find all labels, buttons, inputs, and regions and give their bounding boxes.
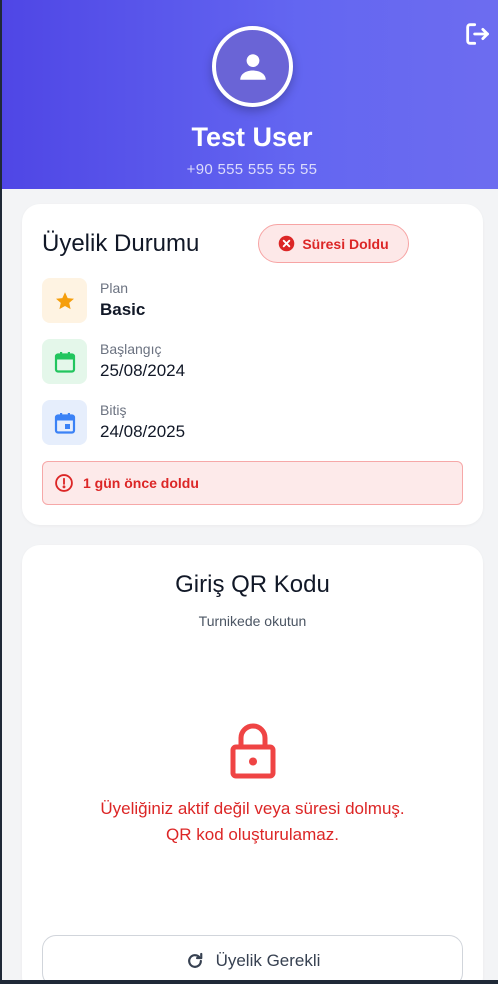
plan-label: Plan [100,280,129,296]
plan-value: Basic [100,300,146,319]
end-value: 24/08/2025 [100,422,186,441]
user-phone: +90 555 555 55 55 [186,161,318,178]
status-badge: Süresi Doldu [258,224,409,263]
star-icon [55,291,74,309]
end-row: Bitiş 24/08/2025 [42,400,442,446]
qr-unavailable-message: Üyeliğiniz aktif değil veya süresi dolmu… [22,796,483,848]
membership-required-button[interactable]: Üyelik Gerekli [42,935,463,984]
x-circle-icon [279,235,295,252]
status-badge-label: Süresi Doldu [302,235,389,252]
qr-title: Giriş QR Kodu [175,571,330,598]
membership-required-label: Üyelik Gerekli [215,951,321,970]
membership-card: Üyelik Durumu Süresi Doldu Plan Basic Ba… [22,204,483,525]
end-icon-box [42,400,87,445]
end-label: Bitiş [100,402,127,418]
window-edge-left [0,0,2,984]
window-edge-bottom [0,980,498,984]
avatar [212,26,293,107]
qr-card: Giriş QR Kodu Turnikede okutun Üyeliğini… [22,545,483,984]
user-name: Test User [191,122,313,152]
plan-row: Plan Basic [42,278,442,324]
lock-icon [230,723,276,779]
calendar-icon [54,351,75,373]
alert-text: 1 gün önce doldu [83,475,199,491]
logout-button[interactable] [463,20,491,48]
membership-title: Üyelik Durumu [42,230,200,257]
qr-message-line-2: QR kod oluşturulamaz. [166,825,339,844]
qr-message-line-1: Üyeliğiniz aktif değil veya süresi dolmu… [100,799,405,818]
expiry-alert: 1 gün önce doldu [42,461,463,505]
start-icon-box [42,339,87,384]
logout-icon [466,23,489,45]
start-value: 25/08/2024 [100,361,186,380]
qr-subtitle: Turnikede okutun [198,613,307,629]
user-icon [239,53,266,80]
plan-icon-box [42,278,87,323]
start-row: Başlangıç 25/08/2024 [42,339,442,385]
start-label: Başlangıç [100,341,162,357]
profile-header: Test User +90 555 555 55 55 [0,0,498,189]
calendar-event-icon [54,412,75,434]
alert-circle-icon [55,474,73,492]
refresh-icon [187,952,202,968]
